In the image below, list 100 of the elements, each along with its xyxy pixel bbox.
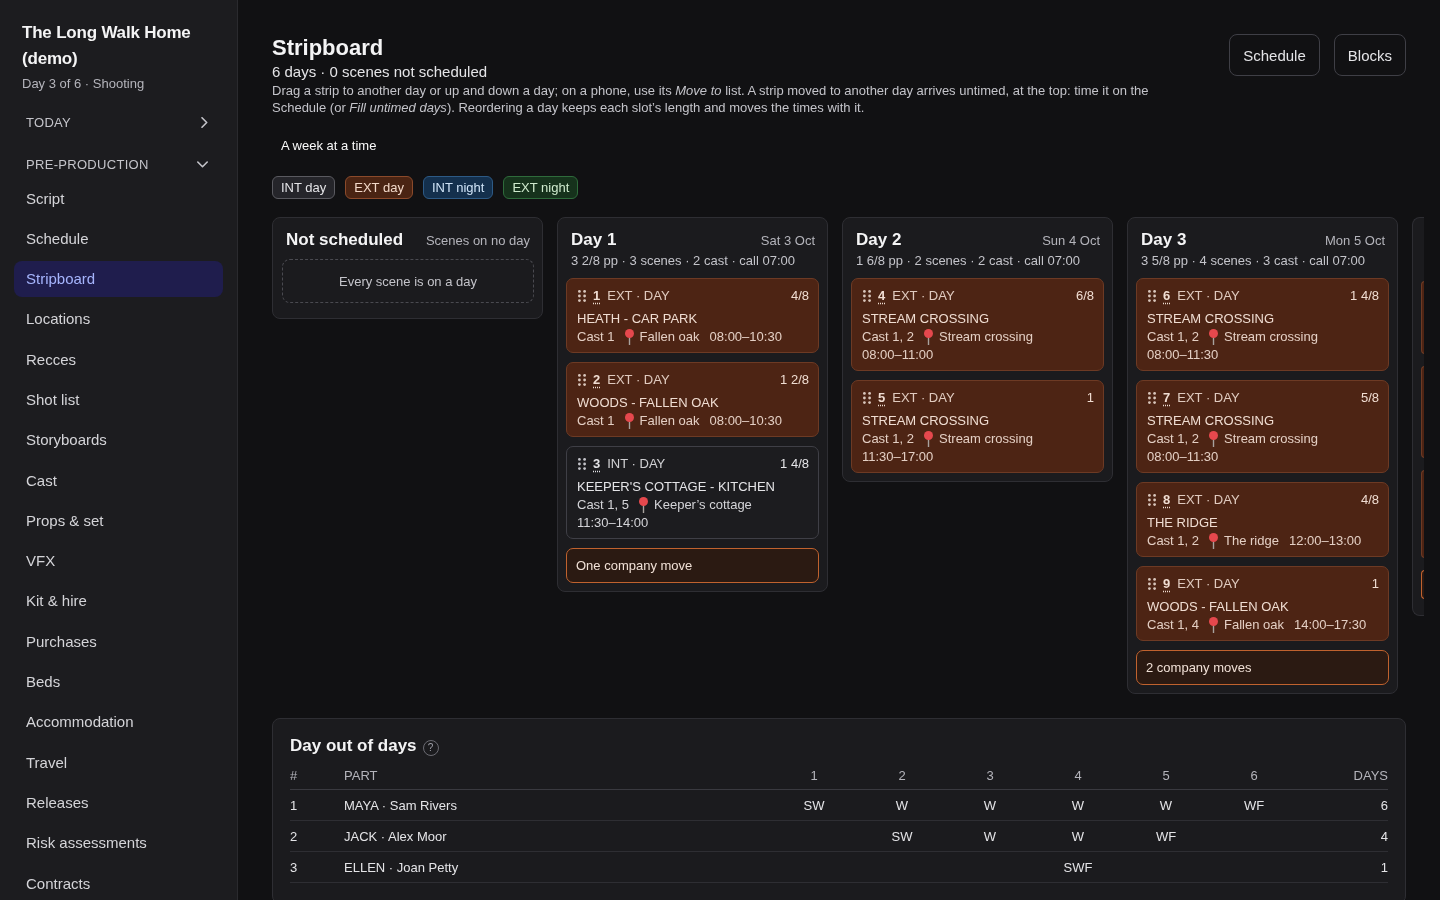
sidebar-item[interactable]: Risk assessments (14, 824, 223, 861)
scene-strip[interactable]: 8 EXT · DAY 4/8 THE RIDGE Cast 1, 2 The ridge 12:00–13:00 (1136, 482, 1389, 557)
location-name: Fallen oak (1224, 616, 1284, 634)
column-header: 4 (1074, 767, 1082, 783)
empty-drop-zone: Every scene is on a day (282, 259, 534, 303)
scene-length: 4/8 (790, 287, 809, 305)
sidebar-item[interactable]: Beds (14, 663, 223, 700)
sidebar-item[interactable]: Purchases (14, 623, 223, 660)
scene-number-link[interactable]: 7 (1163, 389, 1171, 407)
location-name: Stream crossing (1224, 430, 1318, 448)
scene-setting: EXT · DAY (607, 371, 670, 389)
sidebar-item[interactable]: Props & set (14, 502, 223, 539)
scene-number-link[interactable]: 9 (1163, 575, 1171, 593)
section-title: Day out of days (290, 735, 417, 757)
column-header: 1 (810, 767, 818, 783)
drag-handle-icon (1148, 290, 1156, 302)
column-header: DAYS (1353, 767, 1388, 783)
sidebar-item[interactable]: Kit & hire (14, 582, 223, 619)
time-range: 08:00–10:30 (709, 328, 782, 346)
pin-icon (924, 431, 934, 447)
sidebar-item[interactable]: Releases (14, 784, 223, 821)
location-name: Fallen oak (639, 412, 700, 430)
day-date: Mon 5 Oct (1325, 233, 1385, 248)
sidebar-item[interactable]: Shot list (14, 381, 223, 418)
pin-icon (639, 497, 649, 513)
drag-handle-icon (1148, 392, 1156, 404)
scene-title: STREAM CROSSING (862, 310, 991, 328)
scene-strip[interactable]: 2 EXT · DAY 1 2/8 WOODS - FALLEN OAK Cast 1 Fallen oak 08:00–10:30 (566, 362, 819, 437)
drag-handle-icon (578, 374, 586, 386)
scene-number-link[interactable]: 8 (1163, 491, 1171, 509)
scene-strip[interactable]: 7 EXT · DAY 5/8 STREAM CROSSING Cast 1, 2 Stream crossing 08:00–11:30 (1136, 380, 1389, 473)
scene-length: 1 (1371, 575, 1379, 593)
scene-number-link[interactable]: 4 (878, 287, 886, 305)
scene-setting: EXT · DAY (1177, 491, 1240, 509)
pin-icon (924, 329, 934, 345)
cast-list: Cast 1 (577, 328, 615, 346)
pin-icon (1209, 329, 1219, 345)
sidebar-item[interactable]: Stripboard (14, 260, 223, 297)
column-header: # (290, 767, 298, 783)
project-status: Day 3 of 6 · Shooting (22, 75, 146, 93)
scene-setting: EXT · DAY (1177, 575, 1240, 593)
time-range: 11:30–17:00 (862, 448, 934, 466)
scene-title: STREAM CROSSING (1147, 412, 1276, 430)
table-cell: 4 (1380, 828, 1388, 844)
column-header: 2 (898, 767, 906, 783)
scene-number-link[interactable]: 3 (593, 455, 601, 473)
sidebar-item[interactable]: Recces (14, 341, 223, 378)
scene-strip[interactable] (1421, 281, 1424, 354)
legend-tag: INT night (422, 176, 494, 199)
cast-list: Cast 1, 4 (1147, 616, 1200, 634)
table-cell: SWF (1063, 859, 1093, 875)
scene-strip[interactable]: 5 EXT · DAY 1 STREAM CROSSING Cast 1, 2 Stream crossing 11:30–17:00 (851, 380, 1104, 473)
time-range: 11:30–14:00 (577, 514, 649, 532)
day-title: Day 2 (856, 229, 902, 251)
scene-number-link[interactable]: 6 (1163, 287, 1171, 305)
header-button[interactable]: Schedule (1229, 34, 1320, 76)
scene-strip[interactable]: 4 EXT · DAY 6/8 STREAM CROSSING Cast 1, 2 Stream crossing 08:00–11:00 (851, 278, 1104, 371)
sidebar-item[interactable]: Cast (14, 462, 223, 499)
table-cell: 2 (290, 828, 298, 844)
scene-strip[interactable] (1421, 366, 1424, 458)
scene-strip[interactable]: 6 EXT · DAY 1 4/8 STREAM CROSSING Cast 1, 2 Stream crossing 08:00–11:30 (1136, 278, 1389, 371)
project-title: The Long Walk Home (demo) (22, 22, 192, 70)
pin-icon (624, 329, 634, 345)
drag-handle-icon (863, 392, 871, 404)
sidebar-item[interactable]: Contracts (14, 865, 223, 900)
week-view-button[interactable]: A week at a time (272, 129, 386, 162)
table-cell: ELLEN · Joan Petty (344, 859, 459, 875)
scene-title: KEEPER'S COTTAGE - KITCHEN (577, 478, 776, 496)
day-summary: 3 2/8 pp · 3 scenes · 2 cast · call 07:00 (570, 252, 796, 269)
scene-setting: EXT · DAY (1177, 287, 1240, 305)
table-cell: SW (803, 797, 825, 813)
scene-length: 1 (1086, 389, 1094, 407)
sidebar-item[interactable]: Script (14, 180, 223, 216)
scene-setting: EXT · DAY (1177, 389, 1240, 407)
sidebar-item[interactable]: VFX (14, 542, 223, 579)
scene-strip[interactable] (1421, 470, 1424, 558)
location-name: Keeper’s cottage (654, 496, 752, 514)
table-cell: W (983, 797, 997, 813)
legend-tag: EXT day (345, 176, 413, 199)
section-toggle[interactable]: PRE-PRODUCTION (14, 148, 223, 180)
table-cell: WF (1155, 828, 1177, 844)
location-name: Fallen oak (639, 328, 700, 346)
sidebar-item[interactable]: Schedule (14, 220, 223, 257)
sidebar-item[interactable]: Storyboards (14, 421, 223, 458)
sidebar-item[interactable]: Travel (14, 744, 223, 781)
scene-strip[interactable]: 9 EXT · DAY 1 WOODS - FALLEN OAK Cast 1, 4 Fallen oak 14:00–17:30 (1136, 566, 1389, 641)
sidebar-item[interactable]: Locations (14, 300, 223, 337)
scene-strip[interactable]: 3 INT · DAY 1 4/8 KEEPER'S COTTAGE - KITCHEN Cast 1, 5 Keeper’s cottage 11:30–14:00 (566, 446, 819, 539)
scene-setting: INT · DAY (607, 455, 666, 473)
table-cell: MAYA · Sam Rivers (344, 797, 457, 813)
scene-strip[interactable]: 1 EXT · DAY 4/8 HEATH - CAR PARK Cast 1 Fallen oak 08:00–10:30 (566, 278, 819, 353)
column-header: 5 (1162, 767, 1170, 783)
scene-number-link[interactable]: 1 (593, 287, 601, 305)
sidebar-item[interactable]: Accommodation (14, 703, 223, 740)
location-name: Stream crossing (1224, 328, 1318, 346)
header-button[interactable]: Blocks (1333, 34, 1406, 76)
scene-number-link[interactable]: 5 (878, 389, 886, 407)
section-toggle[interactable]: TODAY (14, 106, 223, 138)
scene-number-link[interactable]: 2 (593, 371, 601, 389)
scene-title: WOODS - FALLEN OAK (577, 394, 720, 412)
